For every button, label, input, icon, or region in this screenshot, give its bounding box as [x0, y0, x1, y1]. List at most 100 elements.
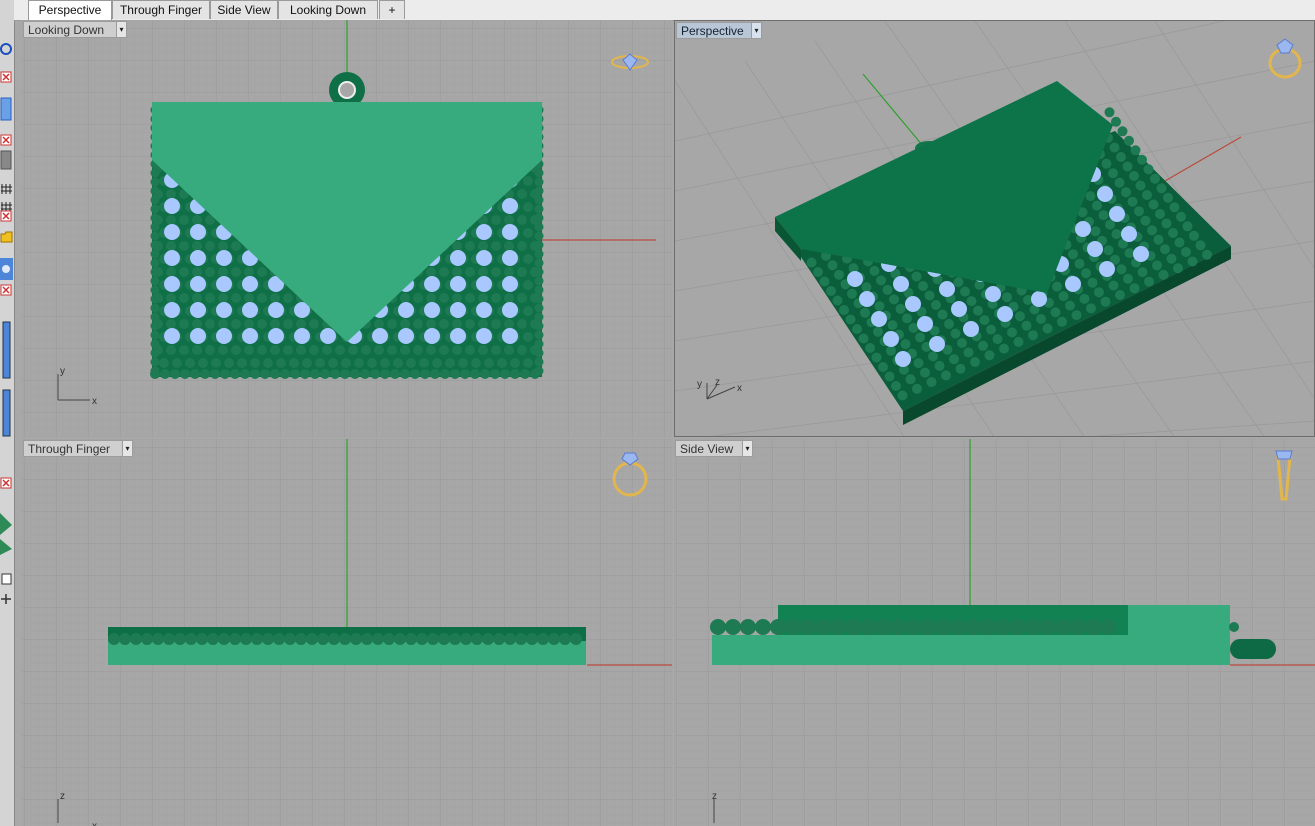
panel-tool-icon[interactable] [0, 97, 13, 121]
bead [465, 345, 475, 355]
bead [1129, 171, 1139, 181]
bead [1124, 248, 1135, 259]
bead [439, 293, 449, 303]
bead [1108, 168, 1118, 179]
bead [413, 293, 423, 303]
close-icon[interactable] [0, 476, 13, 490]
bead [1042, 323, 1053, 334]
bead [179, 241, 189, 251]
tab-perspective[interactable]: Perspective [28, 0, 112, 20]
bead [1070, 619, 1086, 635]
pendant-model[interactable] [108, 627, 586, 665]
bead [725, 619, 741, 635]
bead [340, 369, 350, 379]
folder-tool-icon[interactable] [0, 230, 13, 244]
bead [317, 633, 329, 645]
add-tool-icon[interactable] [0, 592, 13, 606]
sphere-tool-icon[interactable] [0, 258, 13, 280]
slider-tool-icon[interactable] [0, 320, 13, 380]
bead [350, 633, 362, 645]
bead [570, 633, 582, 645]
viewport-label-looking-down[interactable]: Looking Down [23, 21, 117, 38]
viewport-canvas[interactable]: x y [22, 20, 672, 437]
circle-tool-icon[interactable] [0, 42, 13, 56]
add-tab-button[interactable]: + [379, 0, 405, 19]
bead [240, 369, 250, 379]
bead [224, 358, 234, 368]
bead [1015, 311, 1025, 322]
bead [912, 383, 922, 394]
bead [283, 293, 293, 303]
bead [1195, 240, 1206, 251]
gem [502, 198, 518, 214]
tab-looking-down[interactable]: Looking Down [278, 0, 378, 19]
bead [240, 633, 252, 645]
viewport-side-view[interactable]: z Side View ▾ [674, 439, 1315, 826]
close-icon[interactable] [0, 133, 13, 147]
viewport-canvas[interactable]: z [674, 439, 1315, 826]
axis-indicator: y z x [697, 377, 742, 400]
bead [534, 330, 544, 340]
bead [1152, 260, 1162, 271]
bead [426, 293, 436, 303]
bead [897, 390, 908, 401]
bead [383, 633, 395, 645]
bead [270, 319, 280, 329]
viewport-menu-chevron-icon[interactable]: ▾ [751, 22, 762, 39]
viewport-through-finger[interactable]: z x Through Finger ▾ [22, 439, 672, 826]
viewport-menu-chevron-icon[interactable]: ▾ [742, 440, 753, 457]
close-icon[interactable] [0, 283, 13, 297]
bead [166, 215, 176, 225]
pendant-model[interactable] [710, 605, 1276, 665]
tab-through-finger[interactable]: Through Finger [112, 0, 210, 19]
gem-tool-icon[interactable] [0, 505, 13, 557]
close-icon[interactable] [0, 70, 13, 84]
gem [502, 224, 518, 240]
close-icon[interactable] [0, 209, 13, 223]
bead [262, 633, 274, 645]
gem [320, 328, 336, 344]
bead [860, 619, 876, 635]
bead [895, 303, 906, 314]
viewport-canvas[interactable]: y z x [675, 21, 1315, 437]
grid-tool-icon[interactable] [0, 182, 13, 196]
bead [1109, 142, 1120, 153]
viewport-canvas[interactable]: z x [22, 439, 672, 826]
gem [895, 351, 911, 367]
bead [950, 619, 966, 635]
bead [295, 633, 307, 645]
bead [875, 619, 891, 635]
bead [1155, 209, 1165, 219]
viewport-menu-chevron-icon[interactable]: ▾ [122, 440, 133, 457]
bead [150, 357, 160, 367]
slider-tool-icon[interactable] [0, 388, 13, 438]
pendant-model[interactable] [150, 72, 544, 379]
viewport-tab-bar: Perspective Through Finger Side View Loo… [14, 0, 1315, 21]
gem [502, 276, 518, 292]
viewport-perspective[interactable]: y z x Perspective ▾ [674, 20, 1315, 437]
bead [244, 345, 254, 355]
chevron-down-icon: ▾ [119, 25, 124, 34]
bead [284, 633, 296, 645]
bead [449, 633, 461, 645]
viewport-label-side-view[interactable]: Side View [675, 440, 743, 457]
viewport-looking-down[interactable]: x y Looking Down ▾ [22, 20, 672, 437]
bead [315, 358, 325, 368]
panel-tool-icon[interactable] [0, 150, 13, 170]
bead [205, 293, 215, 303]
bead [394, 633, 406, 645]
bead [330, 369, 340, 379]
gem [164, 328, 180, 344]
bead [150, 213, 160, 223]
bead [806, 257, 817, 268]
pendant-model[interactable] [775, 81, 1231, 425]
viewport-label-through-finger[interactable]: Through Finger [23, 440, 123, 457]
tab-side-view[interactable]: Side View [210, 0, 278, 19]
bead [196, 633, 208, 645]
bead [374, 345, 384, 355]
viewport-menu-chevron-icon[interactable]: ▾ [116, 21, 127, 38]
bead [999, 343, 1009, 354]
bead [1123, 273, 1133, 284]
viewport-label-perspective[interactable]: Perspective [676, 22, 752, 39]
properties-tool-icon[interactable] [0, 572, 13, 586]
